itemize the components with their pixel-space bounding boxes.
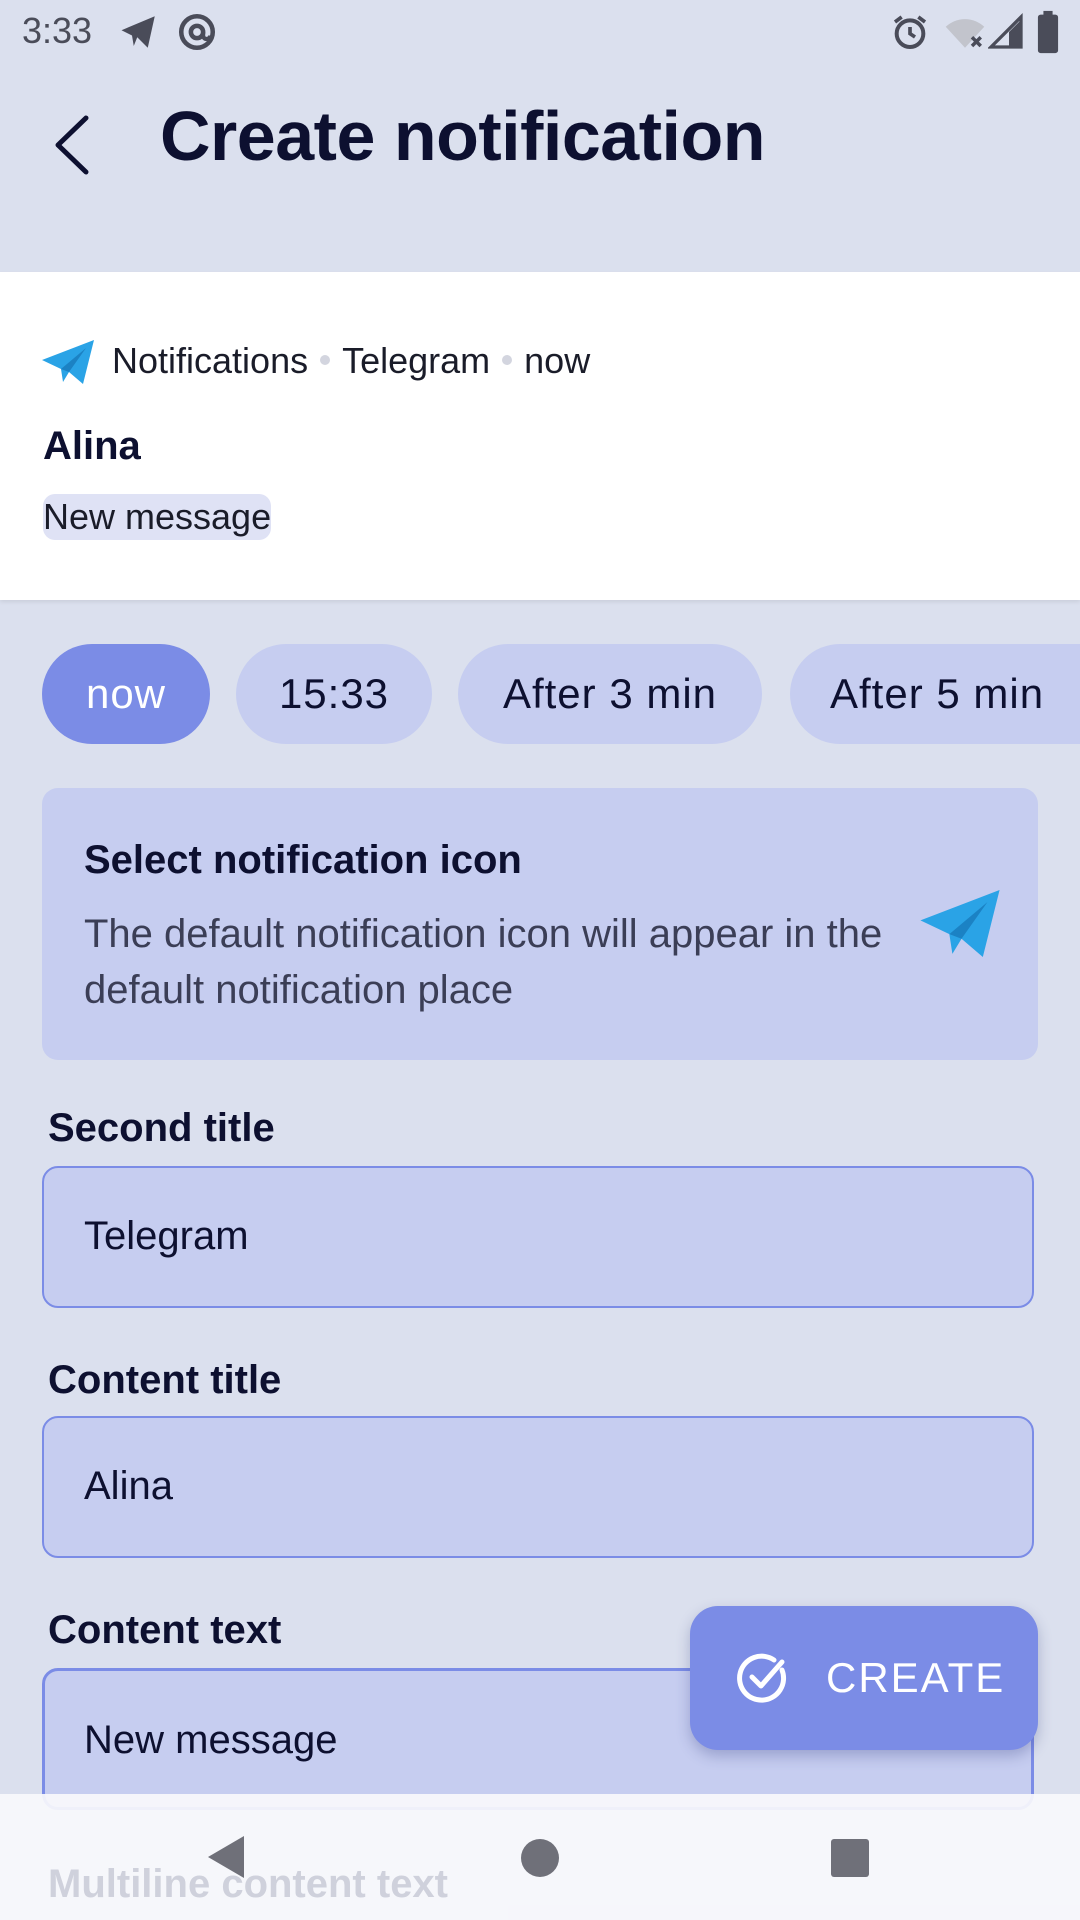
at-sign-icon <box>178 13 216 51</box>
separator-dot <box>502 355 513 366</box>
select-icon-title: Select notification icon <box>84 838 522 882</box>
nav-home-icon[interactable] <box>520 1838 560 1878</box>
nav-recents-icon[interactable] <box>830 1838 870 1878</box>
notification-preview-card <box>0 272 1080 600</box>
second-title-label: Second title <box>48 1106 275 1150</box>
telegram-icon <box>42 340 94 384</box>
separator-dot <box>320 355 331 366</box>
check-circle-icon <box>737 1653 787 1703</box>
wifi-off-icon <box>945 19 985 48</box>
create-label: CREATE <box>826 1654 1006 1701</box>
preview-time: now <box>524 340 591 381</box>
create-button[interactable]: CREATE <box>690 1606 1038 1750</box>
status-bar: 3:33 <box>0 0 1080 64</box>
telegram-status-icon <box>121 16 155 48</box>
chevron-left-icon <box>55 115 89 175</box>
back-button[interactable] <box>40 110 110 180</box>
preview-title: Alina <box>43 424 141 468</box>
preview-app-name: Notifications <box>112 340 309 381</box>
multiline-content-label: Multiline content text <box>48 1862 448 1906</box>
chip-now[interactable]: now <box>42 644 210 744</box>
battery-icon <box>1037 10 1059 54</box>
preview-channel: Telegram <box>342 340 491 381</box>
chip-after-3-min[interactable]: After 3 min <box>458 644 762 744</box>
status-time: 3:33 <box>22 10 93 51</box>
select-icon-description: The default notification icon will appea… <box>84 912 883 1012</box>
telegram-icon <box>920 890 1000 957</box>
alarm-icon <box>893 15 927 49</box>
page-title: Create notification <box>160 97 766 175</box>
content-text-input[interactable] <box>84 1718 644 1763</box>
content-title-input[interactable] <box>84 1464 984 1509</box>
chip-after-5-min[interactable]: After 5 min <box>790 644 1080 744</box>
content-text-label: Content text <box>48 1608 282 1652</box>
signal-icon <box>988 13 1023 49</box>
second-title-input[interactable] <box>84 1214 984 1259</box>
nav-back-icon[interactable] <box>206 1834 246 1880</box>
chip-time[interactable]: 15:33 <box>236 644 432 744</box>
notification-preview-header: Notifications Telegram now <box>112 340 590 382</box>
content-title-label: Content title <box>48 1358 282 1402</box>
preview-text: New message <box>43 494 272 540</box>
